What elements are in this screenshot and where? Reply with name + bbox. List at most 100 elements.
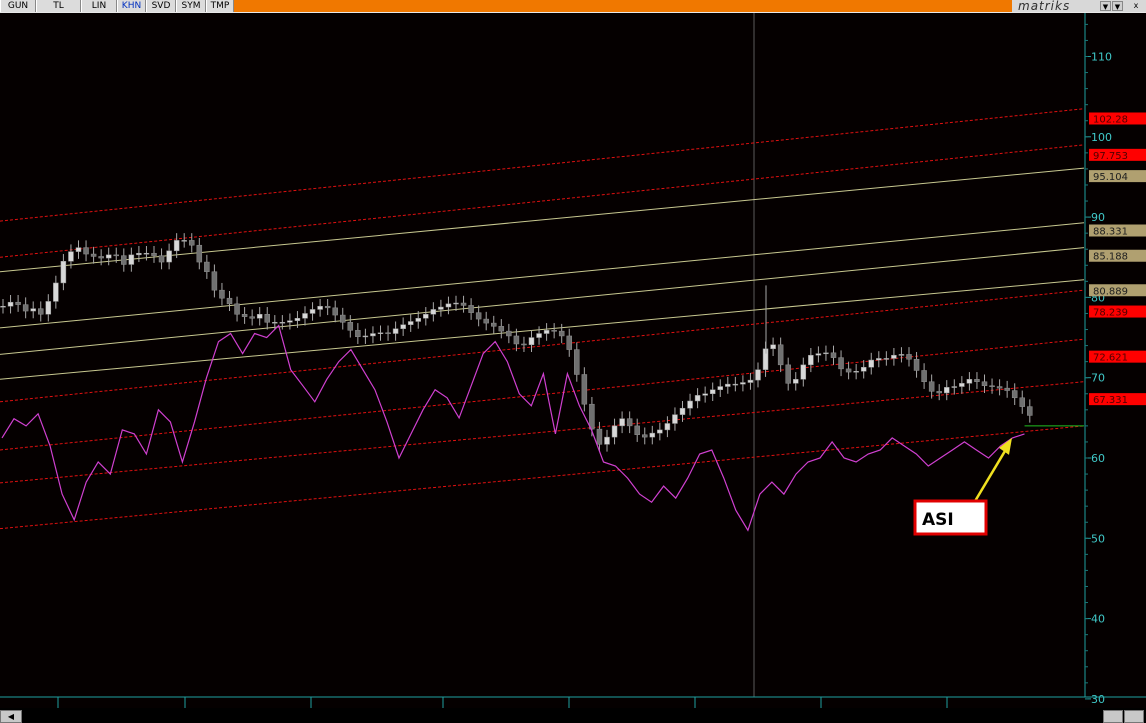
candle-body — [528, 337, 535, 346]
candle-body — [30, 308, 36, 312]
candle-body — [883, 358, 890, 360]
candle-body — [430, 309, 437, 315]
candle-body — [158, 255, 165, 263]
candle-body — [392, 328, 399, 334]
candle-body — [128, 254, 135, 265]
candle-body — [981, 381, 988, 386]
candle-body — [906, 354, 912, 360]
candle-body — [22, 304, 29, 312]
candle-body — [181, 240, 187, 242]
tab-lin[interactable]: LIN — [81, 0, 117, 12]
chart-background — [0, 13, 1146, 708]
y-tick-label: 70 — [1091, 372, 1105, 385]
scroll-right-button[interactable] — [1103, 710, 1123, 723]
candle-body — [672, 414, 678, 424]
candle-body — [189, 240, 195, 246]
candle-body — [226, 297, 233, 305]
candle-body — [770, 344, 776, 350]
candle-body — [362, 335, 369, 338]
y-tick-label: 50 — [1091, 532, 1105, 545]
candle-body — [219, 289, 225, 299]
candle-body — [60, 261, 67, 284]
candle-body — [407, 321, 414, 325]
candle-body — [105, 254, 112, 259]
tab-tl[interactable]: TL — [36, 0, 81, 12]
y-tick-label: 60 — [1091, 452, 1105, 465]
candle-body — [604, 436, 610, 445]
candle-body — [460, 302, 467, 306]
candle-body — [853, 371, 859, 373]
price-badge-label: 85.188 — [1093, 252, 1128, 263]
candle-body — [694, 395, 701, 402]
candle-body — [90, 253, 97, 257]
dropdown-arrow-icon[interactable]: ▼ — [1112, 1, 1123, 11]
price-badge-label: 67.331 — [1093, 395, 1128, 406]
price-badge-label: 97.753 — [1093, 151, 1128, 162]
candle-body — [45, 301, 52, 315]
candle-body — [272, 322, 278, 324]
candle-body — [423, 314, 429, 319]
candle-body — [928, 381, 935, 392]
price-badge-label: 102.28 — [1093, 114, 1128, 125]
tab-tmp[interactable]: TMP — [206, 0, 234, 12]
candle-body — [38, 308, 44, 315]
y-tick-label: 100 — [1091, 131, 1112, 144]
candle-body — [83, 247, 89, 255]
candle-body — [596, 428, 603, 445]
candle-body — [468, 305, 474, 313]
y-tick-label: 40 — [1091, 613, 1105, 626]
candle-body — [936, 391, 942, 394]
candle-body — [944, 387, 950, 394]
candle-body — [355, 330, 361, 337]
candle-body — [347, 322, 354, 331]
candle-body — [687, 400, 693, 409]
candle-body — [385, 332, 391, 334]
candle-body — [113, 254, 119, 257]
candle-body — [876, 358, 882, 361]
chevron-down-icon[interactable]: ▼ — [1100, 1, 1111, 11]
candle-body — [747, 379, 754, 383]
scroll-end-button[interactable] — [1124, 710, 1144, 723]
tab-svd[interactable]: SVD — [146, 0, 176, 12]
candle-body — [679, 407, 686, 415]
tab-sym[interactable]: SYM — [176, 0, 206, 12]
candle-body — [377, 332, 384, 334]
candle-body — [521, 343, 527, 346]
candle-body — [626, 418, 633, 427]
y-tick-label: 30 — [1091, 693, 1105, 706]
candle-body — [702, 393, 708, 396]
candle-body — [256, 314, 263, 319]
matriks-logo: matriks — [1018, 0, 1071, 13]
candle-body — [891, 354, 897, 359]
tab-khn[interactable]: KHN — [117, 0, 146, 12]
candle-body — [845, 368, 852, 373]
close-icon[interactable]: x — [1130, 1, 1142, 11]
price-badge-label: 88.331 — [1093, 227, 1128, 238]
candle-body — [483, 318, 489, 324]
scroll-left-button[interactable]: ◀ — [0, 710, 22, 723]
candle-body — [898, 354, 905, 356]
candle-body — [732, 383, 739, 386]
candle-body — [649, 432, 656, 438]
candle-body — [581, 374, 588, 405]
candle-body — [868, 359, 874, 368]
candle-body — [558, 330, 565, 337]
annotation-label: ASI — [922, 510, 954, 530]
candle-body — [830, 352, 837, 358]
candle-body — [475, 312, 482, 320]
candle-body — [400, 324, 406, 329]
candle-body — [279, 322, 286, 324]
candle-body — [725, 383, 731, 387]
candle-body — [166, 250, 172, 263]
candle-body — [513, 335, 520, 345]
candle-body — [793, 379, 799, 384]
candle-body — [566, 335, 572, 350]
price-chart[interactable]: 11010090807060504030102.2897.75395.10488… — [0, 13, 1146, 708]
status-bar — [234, 0, 1012, 12]
tab-gun[interactable]: GUN — [0, 0, 36, 12]
price-badge-label: 72.621 — [1093, 353, 1128, 364]
candle-body — [415, 318, 421, 322]
candle-body — [453, 302, 459, 305]
candle-body — [642, 434, 648, 438]
candle-body — [68, 251, 74, 262]
